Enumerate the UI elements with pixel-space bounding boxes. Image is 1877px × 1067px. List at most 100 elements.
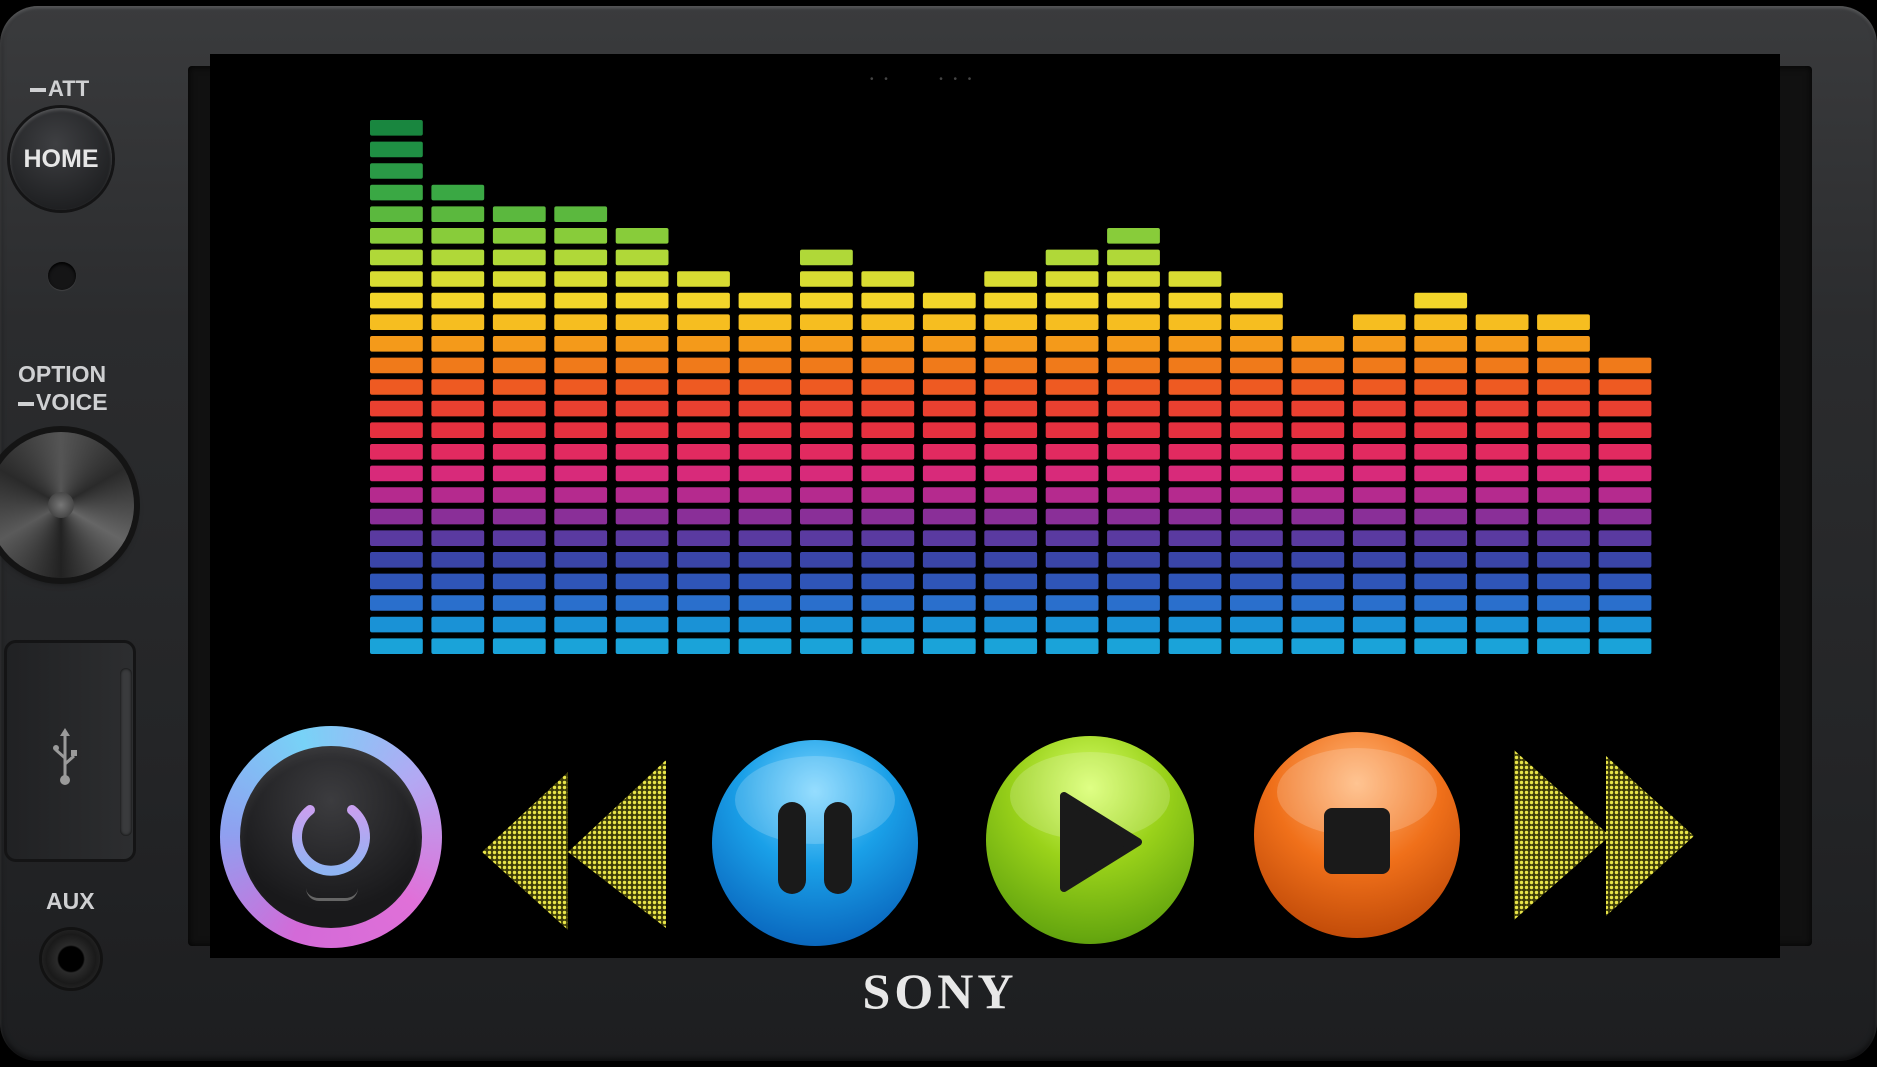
equalizer-segment (554, 638, 608, 654)
equalizer-segment (1537, 530, 1590, 546)
equalizer-segment (554, 530, 608, 546)
equalizer-band (431, 184, 485, 654)
equalizer-segment (370, 141, 423, 158)
equalizer-segment (492, 379, 546, 395)
equalizer-segment (615, 249, 669, 266)
equalizer-segment (615, 357, 669, 374)
equalizer-segment (431, 444, 485, 460)
power-button[interactable] (220, 726, 442, 948)
home-button[interactable]: HOME (10, 108, 112, 210)
equalizer-segment (984, 271, 1038, 287)
equalizer-segment (431, 357, 485, 374)
equalizer-segment (431, 400, 485, 417)
equalizer-segment (738, 638, 792, 654)
equalizer-segment (370, 292, 423, 309)
pause-button[interactable] (712, 740, 918, 946)
equalizer-segment (1475, 357, 1529, 374)
equalizer-segment (370, 271, 423, 287)
equalizer-segment (1045, 465, 1099, 482)
equalizer-segment (615, 228, 669, 244)
equalizer-segment (800, 465, 853, 482)
equalizer-segment (1291, 357, 1345, 374)
play-button[interactable] (986, 736, 1194, 944)
equalizer-segment (1107, 292, 1160, 309)
fast-forward-button[interactable] (1514, 750, 1694, 920)
equalizer-segment (492, 228, 546, 244)
equalizer-segment (370, 444, 423, 460)
equalizer-segment (554, 508, 608, 525)
equalizer-segment (370, 530, 423, 546)
equalizer-segment (984, 336, 1038, 352)
equalizer-segment (431, 314, 485, 330)
att-label: ATT (30, 76, 89, 102)
equalizer-segment (431, 552, 485, 568)
equalizer-segment (861, 508, 915, 525)
equalizer-segment (1045, 573, 1099, 590)
equalizer-segment (800, 336, 853, 352)
equalizer-segment (922, 379, 976, 395)
equalizer-segment (492, 530, 546, 546)
equalizer-segment (922, 292, 976, 309)
equalizer-segment (1107, 314, 1160, 330)
equalizer-segment (1107, 595, 1160, 611)
equalizer-segment (1168, 595, 1222, 611)
equalizer-segment (922, 444, 976, 460)
equalizer-segment (1475, 379, 1529, 395)
equalizer-segment (1475, 508, 1529, 525)
aux-jack[interactable] (42, 930, 100, 988)
equalizer-segment (1230, 379, 1283, 395)
equalizer-segment (554, 552, 608, 568)
equalizer-segment (1414, 638, 1468, 654)
equalizer-segment (1045, 249, 1099, 266)
equalizer-segment (861, 400, 915, 417)
equalizer-segment (1107, 336, 1160, 352)
equalizer-segment (1352, 595, 1406, 611)
equalizer-segment (431, 336, 485, 352)
equalizer-segment (1475, 616, 1529, 633)
equalizer-segment (1045, 638, 1099, 654)
equalizer-segment (1230, 357, 1283, 374)
equalizer-segment (1045, 508, 1099, 525)
equalizer-segment (738, 573, 792, 590)
equalizer-segment (554, 422, 608, 438)
equalizer-segment (1230, 616, 1283, 633)
equalizer-segment (615, 444, 669, 460)
equalizer-segment (1537, 314, 1590, 330)
equalizer-segment (922, 336, 976, 352)
equalizer-segment (677, 292, 730, 309)
equalizer-segment (1414, 508, 1468, 525)
equalizer-segment (738, 616, 792, 633)
equalizer-segment (1291, 530, 1345, 546)
equalizer-segment (800, 638, 853, 654)
equalizer-segment (984, 487, 1038, 503)
microphone-hole (48, 262, 76, 290)
stop-button[interactable] (1254, 732, 1460, 938)
equalizer-segment (431, 184, 485, 201)
equalizer-segment (1291, 465, 1345, 482)
equalizer-band (615, 228, 669, 654)
equalizer-band (861, 271, 915, 654)
equalizer-segment (1230, 292, 1283, 309)
equalizer-segment (800, 530, 853, 546)
equalizer-segment (861, 292, 915, 309)
equalizer-segment (738, 595, 792, 611)
rewind-button[interactable] (482, 760, 672, 930)
equalizer-segment (1537, 638, 1590, 654)
equalizer-segment (1475, 573, 1529, 590)
equalizer-segment (861, 314, 915, 330)
equalizer-segment (431, 508, 485, 525)
equalizer-segment (554, 292, 608, 309)
equalizer-segment (1352, 508, 1406, 525)
equalizer-segment (1598, 616, 1652, 633)
equalizer-segment (1107, 422, 1160, 438)
option-label: OPTION (18, 361, 107, 387)
equalizer-segment (554, 400, 608, 417)
equalizer-segment (738, 552, 792, 568)
equalizer-segment (1598, 508, 1652, 525)
equalizer-segment (1230, 422, 1283, 438)
equalizer-segment (984, 638, 1038, 654)
equalizer-segment (1598, 530, 1652, 546)
equalizer-segment (1045, 357, 1099, 374)
equalizer-segment (861, 444, 915, 460)
equalizer-segment (922, 314, 976, 330)
